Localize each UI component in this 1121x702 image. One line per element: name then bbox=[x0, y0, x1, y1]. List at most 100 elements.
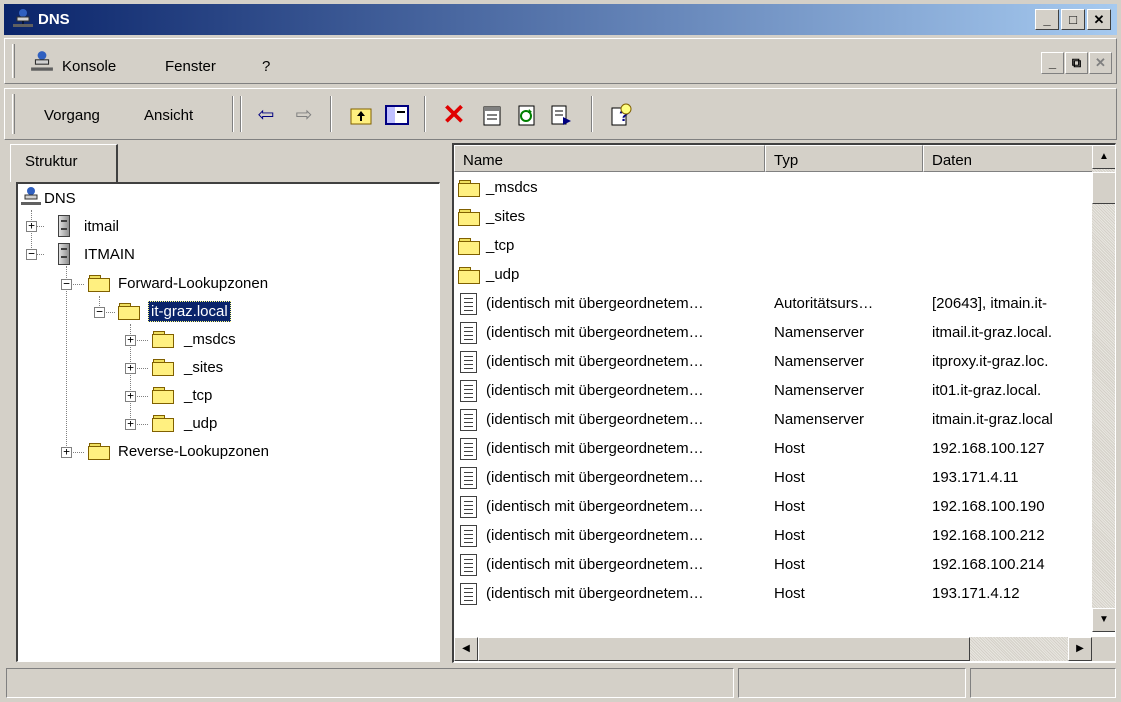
vertical-scroll-thumb[interactable] bbox=[1092, 172, 1115, 204]
mdi-restore-button[interactable]: ⧉ bbox=[1065, 52, 1088, 74]
vertical-scroll-track[interactable] bbox=[1092, 169, 1115, 616]
results-list[interactable]: Name Typ Daten _msdcs _sites _tcp _udp (iden… bbox=[452, 143, 1116, 663]
delete-icon[interactable]: ✕ bbox=[440, 101, 468, 129]
cell-name: (identisch mit übergeordnetem… bbox=[486, 469, 704, 486]
up-folder-icon[interactable] bbox=[347, 101, 375, 129]
collapse-zone[interactable]: − bbox=[94, 306, 105, 318]
menubar-grip[interactable] bbox=[12, 44, 15, 78]
close-button[interactable]: ✕ bbox=[1087, 9, 1111, 30]
tree-node-reverse-zones[interactable]: Reverse-Lookupzonen bbox=[118, 443, 269, 460]
list-row[interactable]: (identisch mit übergeordnetem… Host 192.16… bbox=[454, 493, 1094, 522]
cell-data: [20643], itmain.it- bbox=[932, 295, 1048, 312]
cell-name: (identisch mit übergeordnetem… bbox=[486, 411, 704, 428]
list-row[interactable]: (identisch mit übergeordnetem… Host 192.16… bbox=[454, 522, 1094, 551]
scroll-left-button[interactable]: ◀ bbox=[454, 637, 478, 661]
cell-name: (identisch mit übergeordnetem… bbox=[486, 585, 704, 602]
tree-node-tcp[interactable]: _tcp bbox=[184, 387, 212, 404]
cell-data: 193.171.4.11 bbox=[932, 469, 1019, 486]
zone-icon bbox=[118, 303, 142, 321]
toolbar-grip[interactable] bbox=[12, 94, 15, 134]
expand-msdcs[interactable]: + bbox=[125, 334, 136, 346]
dns-record-icon bbox=[460, 322, 477, 344]
expand-sites[interactable]: + bbox=[125, 362, 136, 374]
folder-icon bbox=[458, 180, 482, 198]
tree-node-msdcs[interactable]: _msdcs bbox=[184, 331, 236, 348]
horizontal-scroll-thumb[interactable] bbox=[478, 637, 970, 661]
list-row[interactable]: (identisch mit übergeordnetem… Namenserve… bbox=[454, 348, 1094, 377]
expand-tcp[interactable]: + bbox=[125, 390, 136, 402]
expand-reverse-zones[interactable]: + bbox=[61, 446, 72, 458]
toolbar-separator bbox=[330, 96, 332, 132]
cell-data: itmail.it-graz.local. bbox=[932, 324, 1053, 341]
dns-record-icon bbox=[460, 583, 477, 605]
list-row[interactable]: (identisch mit übergeordnetem… Host 192.16… bbox=[454, 551, 1094, 580]
properties-icon[interactable] bbox=[478, 101, 506, 129]
toolbar-separator bbox=[232, 96, 234, 132]
tree-node-itmain[interactable]: ITMAIN bbox=[84, 246, 135, 263]
scroll-corner bbox=[1092, 637, 1115, 661]
tree-node-udp[interactable]: _udp bbox=[184, 415, 217, 432]
vorgang-menu[interactable]: Vorgang bbox=[44, 107, 100, 124]
expand-udp[interactable]: + bbox=[125, 418, 136, 430]
back-icon[interactable]: ⇦ bbox=[252, 101, 280, 129]
cell-name: _tcp bbox=[486, 237, 515, 254]
list-row[interactable]: (identisch mit übergeordnetem… Host 192.16… bbox=[454, 435, 1094, 464]
tab-struktur[interactable]: Struktur bbox=[10, 144, 118, 182]
menu-fenster[interactable]: Fenster bbox=[165, 58, 216, 75]
expand-itmail[interactable]: + bbox=[26, 220, 37, 232]
cell-name: _sites bbox=[486, 208, 526, 225]
tree-node-forward-zones[interactable]: Forward-Lookupzonen bbox=[118, 275, 268, 292]
dns-record-icon bbox=[460, 409, 477, 431]
list-row[interactable]: _tcp bbox=[454, 232, 1094, 261]
dns-record-icon bbox=[460, 496, 477, 518]
cell-data: itmain.it-graz.local bbox=[932, 411, 1053, 428]
show-hide-tree-icon[interactable] bbox=[383, 101, 411, 129]
scroll-right-button[interactable]: ▶ bbox=[1068, 637, 1092, 661]
collapse-forward-zones[interactable]: − bbox=[61, 278, 72, 290]
column-header-name[interactable]: Name bbox=[454, 145, 765, 172]
list-row[interactable]: (identisch mit übergeordnetem… Autoritäts… bbox=[454, 290, 1094, 319]
cell-type: Autoritätsurs… bbox=[774, 295, 874, 312]
maximize-button[interactable]: □ bbox=[1061, 9, 1085, 30]
cell-name: (identisch mit übergeordnetem… bbox=[486, 324, 704, 341]
title-bar[interactable]: DNS _ □ ✕ bbox=[4, 4, 1117, 35]
folder-icon bbox=[152, 331, 176, 349]
mdi-close-button[interactable]: ✕ bbox=[1089, 52, 1112, 74]
scroll-up-button[interactable]: ▲ bbox=[1092, 145, 1115, 169]
export-list-icon[interactable] bbox=[547, 101, 575, 129]
tree-node-sites[interactable]: _sites bbox=[184, 359, 223, 376]
list-row[interactable]: (identisch mit übergeordnetem… Namenserve… bbox=[454, 377, 1094, 406]
collapse-itmain[interactable]: − bbox=[26, 248, 37, 260]
toolbar-separator bbox=[424, 96, 426, 132]
tree-node-itmail[interactable]: itmail bbox=[84, 218, 119, 235]
cell-name: (identisch mit übergeordnetem… bbox=[486, 440, 704, 457]
tree-node-zone-selected[interactable]: it-graz.local bbox=[148, 301, 231, 322]
help-icon[interactable]: ? bbox=[606, 101, 634, 129]
status-panel-3 bbox=[970, 668, 1116, 698]
minimize-button[interactable]: _ bbox=[1035, 9, 1059, 30]
server-icon bbox=[58, 243, 70, 265]
cell-type: Namenserver bbox=[774, 353, 865, 370]
list-row[interactable]: (identisch mit übergeordnetem… Namenserve… bbox=[454, 406, 1094, 435]
tree-node-dns[interactable]: DNS bbox=[44, 190, 76, 207]
ansicht-menu[interactable]: Ansicht bbox=[144, 107, 193, 124]
column-header-data[interactable]: Daten bbox=[923, 145, 1093, 172]
scroll-down-button[interactable]: ▼ bbox=[1092, 608, 1115, 632]
list-row[interactable]: _udp bbox=[454, 261, 1094, 290]
mdi-minimize-button[interactable]: _ bbox=[1041, 52, 1064, 74]
server-icon bbox=[58, 215, 70, 237]
list-row[interactable]: (identisch mit übergeordnetem… Host 193.17… bbox=[454, 580, 1094, 609]
refresh-icon[interactable] bbox=[512, 101, 540, 129]
list-row[interactable]: (identisch mit übergeordnetem… Host 193.17… bbox=[454, 464, 1094, 493]
console-tree[interactable]: DNS + itmail − ITMAIN − Forward-Lookupzo… bbox=[16, 182, 440, 662]
list-row[interactable]: _sites bbox=[454, 203, 1094, 232]
menu-help[interactable]: ? bbox=[262, 58, 270, 75]
forward-icon[interactable]: ⇨ bbox=[290, 101, 318, 129]
folder-icon bbox=[458, 267, 482, 285]
dns-record-icon bbox=[460, 293, 477, 315]
dns-record-icon bbox=[460, 438, 477, 460]
list-row[interactable]: (identisch mit übergeordnetem… Namenserve… bbox=[454, 319, 1094, 348]
list-row[interactable]: _msdcs bbox=[454, 174, 1094, 203]
column-header-type[interactable]: Typ bbox=[765, 145, 923, 172]
menu-konsole[interactable]: Konsole bbox=[62, 58, 116, 75]
